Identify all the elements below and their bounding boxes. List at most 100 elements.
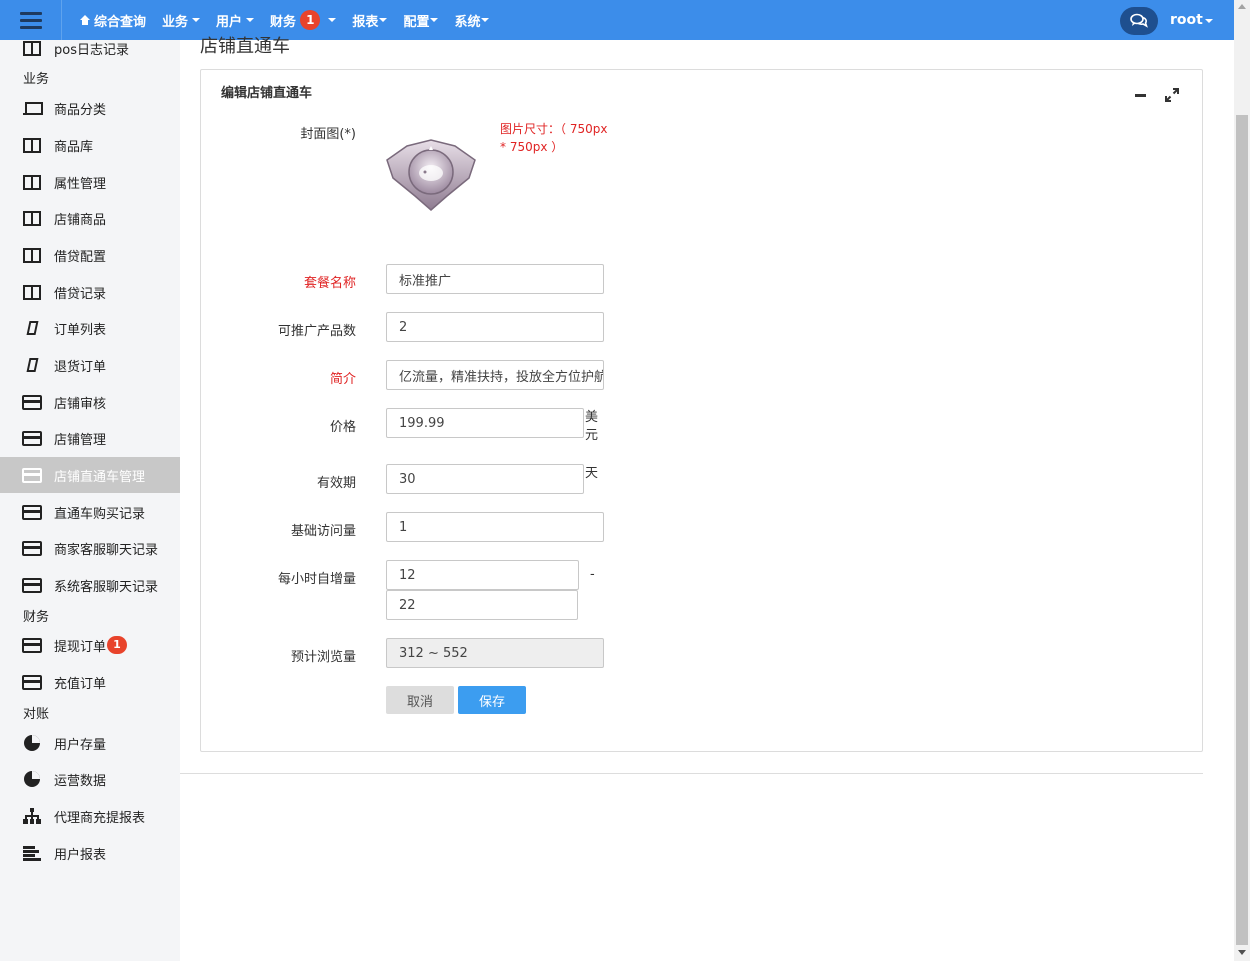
- sidebar-item-label: 用户存量: [54, 737, 107, 753]
- page-scrollbar[interactable]: [1234, 0, 1250, 961]
- tablet-icon: [22, 320, 42, 336]
- sidebar-item-label: 充值订单: [54, 676, 107, 692]
- sidebar-item-label: 商家客服聊天记录: [54, 542, 159, 558]
- top-navbar: 综合查询 业务 用户 财务 1 报表 配置 系统 root: [0, 0, 1234, 40]
- tablet-icon: [22, 357, 42, 373]
- sidebar-item-category[interactable]: 商品分类: [0, 90, 180, 126]
- sidebar-item-label: 系统客服聊天记录: [54, 579, 159, 595]
- sidebar-item-shop-express[interactable]: 店铺直通车管理: [0, 457, 180, 493]
- hourly-max-input[interactable]: 22: [386, 590, 578, 620]
- save-button[interactable]: 保存: [458, 686, 526, 714]
- estimate-label: 预计浏览量: [290, 650, 356, 665]
- content-divider: [180, 773, 1203, 774]
- intro-label: 简介: [200, 368, 356, 387]
- sidebar-item-returns[interactable]: 退货订单: [0, 347, 180, 383]
- sidebar-item-label: pos日志记录: [54, 42, 129, 58]
- home-icon: [80, 15, 90, 25]
- caret-down-icon: [430, 18, 439, 22]
- sidebar-item-label: 商品分类: [54, 102, 107, 118]
- cover-image[interactable]: [385, 138, 477, 212]
- scroll-down-arrow-icon[interactable]: [1238, 950, 1246, 955]
- nav-query[interactable]: 综合查询: [80, 11, 146, 30]
- sidebar-item-label: 借贷配置: [54, 249, 107, 265]
- sidebar-group-finance: 财务: [23, 610, 50, 625]
- minimize-button[interactable]: [1135, 94, 1146, 97]
- sidebar-item-pos-log[interactable]: pos日志记录: [0, 40, 180, 66]
- cover-label: 封面图(*): [300, 127, 356, 142]
- sidebar-item-shop-review[interactable]: 店铺审核: [0, 384, 180, 420]
- package-name-input[interactable]: 标准推广: [386, 264, 604, 294]
- caret-down-icon: [1205, 19, 1213, 23]
- nav-business[interactable]: 业务: [162, 11, 201, 30]
- caret-down-icon: [379, 18, 388, 22]
- sidebar-item-attributes[interactable]: 属性管理: [0, 164, 180, 200]
- sidebar-item-label: 属性管理: [54, 176, 107, 192]
- valid-days-input[interactable]: 30: [386, 464, 584, 494]
- base-visits-input[interactable]: 1: [386, 512, 604, 542]
- base-label: 基础访问量: [290, 524, 356, 539]
- scroll-up-arrow-icon[interactable]: [1238, 4, 1246, 9]
- sidebar-item-agent-report[interactable]: 代理商充提报表: [0, 798, 180, 834]
- hourly-separator: -: [590, 567, 595, 582]
- expand-icon[interactable]: [1165, 88, 1179, 102]
- sidebar-item-merchant-chat[interactable]: 商家客服聊天记录: [0, 530, 180, 566]
- credit-card-icon: [22, 577, 42, 593]
- nav-finance[interactable]: 财务 1: [270, 10, 337, 30]
- nav-query-label: 综合查询: [94, 14, 147, 30]
- menu-toggle-button[interactable]: [0, 0, 62, 40]
- sidebar-item-label: 店铺商品: [54, 212, 107, 228]
- book-icon: [22, 247, 42, 263]
- sidebar-item-express-purchases[interactable]: 直通车购买记录: [0, 494, 180, 530]
- scroll-thumb[interactable]: [1236, 115, 1248, 945]
- sitemap-icon: [22, 808, 42, 824]
- sidebar-item-shop-manage[interactable]: 店铺管理: [0, 420, 180, 456]
- hourly-min-input[interactable]: 12: [386, 560, 579, 590]
- chat-bubbles-icon: [1130, 13, 1148, 28]
- caret-down-icon: [481, 18, 490, 22]
- user-menu[interactable]: root: [1170, 0, 1203, 40]
- caret-down-icon: [328, 18, 337, 22]
- book-icon: [22, 137, 42, 153]
- sidebar-item-product-library[interactable]: 商品库: [0, 127, 180, 163]
- product-count-input[interactable]: 2: [386, 312, 604, 342]
- sidebar-item-system-chat[interactable]: 系统客服聊天记录: [0, 567, 180, 603]
- page-title: 店铺直通车: [200, 36, 290, 57]
- sidebar-item-user-report[interactable]: 用户报表: [0, 835, 180, 871]
- sidebar-item-withdrawals[interactable]: 提现订单 1: [0, 627, 180, 663]
- nav-reports[interactable]: 报表: [352, 11, 388, 30]
- intro-input[interactable]: 亿流量，精准扶持，投放全方位护航: [386, 360, 604, 390]
- nav-users[interactable]: 用户: [216, 11, 255, 30]
- estimate-views-field: 312 ~ 552: [386, 638, 604, 668]
- credit-card-icon: [22, 467, 42, 483]
- sidebar-item-orders[interactable]: 订单列表: [0, 310, 180, 346]
- sidebar-item-shop-products[interactable]: 店铺商品: [0, 200, 180, 236]
- nav-config-label: 配置: [403, 14, 430, 30]
- sidebar-item-label: 借贷记录: [54, 286, 107, 302]
- sidebar-item-label: 店铺直通车管理: [54, 469, 146, 485]
- align-left-icon: [22, 845, 42, 861]
- sidebar-item-label: 店铺审核: [54, 396, 107, 412]
- sidebar-item-user-stock[interactable]: 用户存量: [0, 725, 180, 761]
- sidebar-item-label: 代理商充提报表: [54, 810, 146, 826]
- count-label: 可推广产品数: [277, 324, 356, 339]
- finance-badge: 1: [300, 10, 321, 30]
- price-label: 价格: [329, 420, 356, 435]
- cancel-button[interactable]: 取消: [386, 686, 454, 714]
- nav-system[interactable]: 系统: [454, 11, 490, 30]
- panel-title: 编辑店铺直通车: [221, 86, 313, 101]
- sidebar-item-label: 直通车购买记录: [54, 506, 146, 522]
- price-unit: 美元: [585, 410, 599, 443]
- nav-config[interactable]: 配置: [403, 11, 439, 30]
- price-input[interactable]: 199.99: [386, 408, 584, 438]
- credit-card-icon: [22, 637, 42, 653]
- nav-system-label: 系统: [454, 14, 481, 30]
- hourly-label: 每小时自增量: [277, 572, 356, 587]
- sidebar-item-loan-records[interactable]: 借贷记录: [0, 274, 180, 310]
- sidebar-item-recharges[interactable]: 充值订单: [0, 664, 180, 700]
- sidebar-item-label: 运营数据: [54, 773, 107, 789]
- chat-button[interactable]: [1120, 7, 1158, 35]
- sidebar-item-operations[interactable]: 运营数据: [0, 761, 180, 797]
- sidebar-item-loan-config[interactable]: 借贷配置: [0, 237, 180, 273]
- book-icon: [22, 210, 42, 226]
- valid-unit: 天: [585, 466, 599, 481]
